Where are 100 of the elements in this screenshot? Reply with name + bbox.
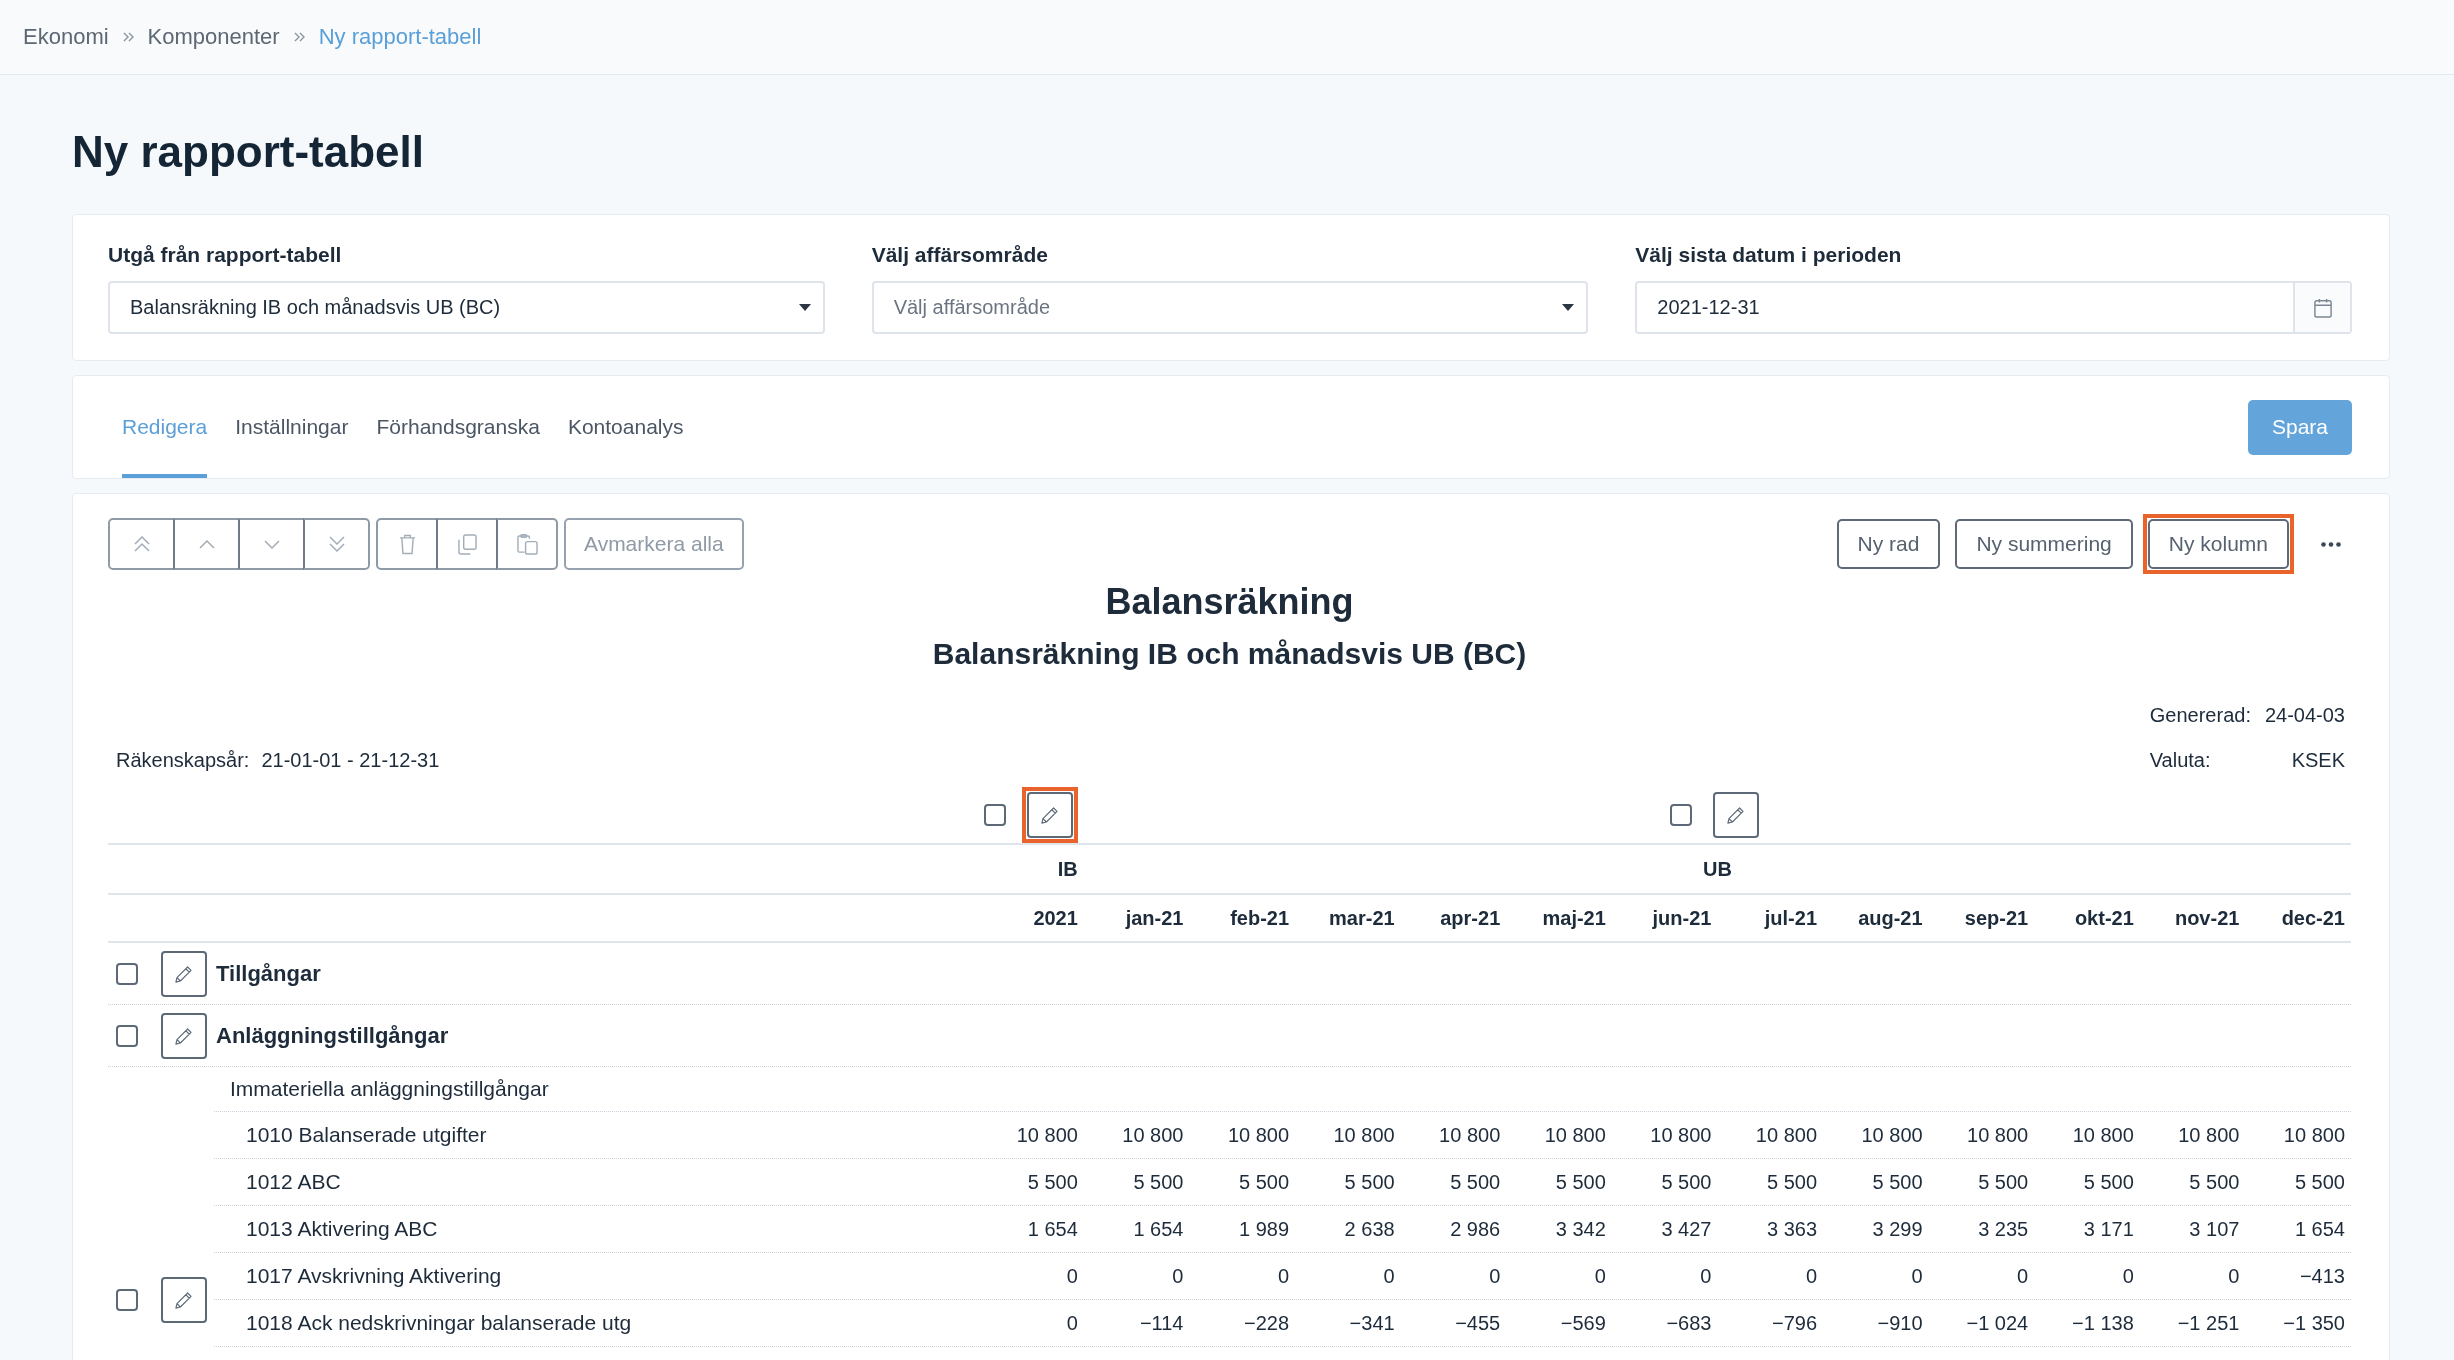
table-cell-text: 5 500 — [2188, 1170, 2241, 1194]
meta-label: Genererad: — [2149, 703, 2251, 728]
field-label: Välj sista datum i perioden — [1635, 242, 1903, 267]
pencil-icon — [1727, 806, 1746, 824]
edit-button[interactable] — [161, 1012, 207, 1059]
checkbox[interactable] — [1670, 804, 1693, 826]
account-name: 1012 ABC — [246, 1170, 341, 1193]
table-cell-text: 5 500 — [1449, 1170, 1502, 1194]
edit-button[interactable] — [161, 1277, 207, 1323]
table-cell-text: −1 024 — [1965, 1311, 2030, 1335]
column-header: maj-21 — [1541, 906, 1607, 930]
field-label: Välj affärsområde — [871, 242, 1049, 267]
row-heading: Anläggningstillgångar — [216, 1022, 449, 1049]
toolbar-button[interactable]: Ny rad — [1836, 519, 1941, 569]
meta-label: Valuta: — [2149, 748, 2212, 773]
date-field[interactable]: 2021-12-31 — [1635, 281, 2352, 334]
table-cell-text: 10 800 — [1438, 1123, 1502, 1147]
copy-icon — [457, 533, 477, 555]
column-header: jul-21 — [1763, 906, 1819, 930]
table-cell-text: 1 654 — [2293, 1217, 2346, 1241]
meta-value: 24-04-03 — [2264, 703, 2345, 728]
checkbox[interactable] — [116, 1024, 138, 1047]
table-cell-text: 0 — [1488, 1264, 1502, 1288]
table-cell-text: 5 500 — [1343, 1170, 1396, 1194]
table-cell-text: 10 800 — [1332, 1123, 1396, 1147]
toolbar-button[interactable]: Ny summering — [1955, 519, 2133, 569]
double-chevron-right-icon — [293, 32, 305, 42]
table-cell-text: 0 — [1276, 1264, 1291, 1288]
calendar-button[interactable] — [2293, 283, 2350, 332]
page-title: Ny rapport-tabell — [72, 126, 426, 178]
table-cell-text: 5 500 — [2082, 1170, 2135, 1194]
row-subheading: Immateriella anläggningstillgångar — [230, 1077, 549, 1101]
more-icon — [2321, 541, 2341, 547]
table-cell-text: −796 — [1770, 1311, 1819, 1335]
column-header: jan-21 — [1124, 906, 1185, 930]
table-cell-text: −569 — [1559, 1311, 1607, 1335]
table-cell-text: 5 500 — [1026, 1170, 1079, 1194]
pencil-icon — [175, 964, 193, 983]
table-cell-text: 0 — [1065, 1311, 1079, 1335]
column-header: mar-21 — [1328, 906, 1396, 930]
tab[interactable]: Inställningar — [235, 376, 349, 478]
dropdown[interactable]: Välj affärsområde — [871, 281, 1589, 334]
meta-label: Räkenskapsår: — [116, 748, 250, 773]
table-cell-text: −341 — [1348, 1311, 1396, 1335]
table-cell-text: 1 654 — [1026, 1217, 1079, 1241]
table-cell-text: 5 500 — [1765, 1170, 1819, 1194]
checkbox[interactable] — [984, 804, 1006, 826]
edit-button[interactable] — [161, 950, 207, 997]
table-cell-text: 0 — [1593, 1264, 1607, 1288]
double-chevron-right-icon — [122, 32, 134, 42]
table-cell-text: −413 — [2298, 1264, 2346, 1288]
column-header: aug-21 — [1857, 906, 1924, 930]
table-cell-text: 10 800 — [2282, 1123, 2346, 1147]
table-cell-text: 0 — [2016, 1264, 2030, 1288]
more-button[interactable] — [2321, 541, 2341, 547]
table-cell-text: 3 427 — [1660, 1217, 1713, 1241]
table-cell-text: 10 800 — [1966, 1123, 2030, 1147]
tab[interactable]: Förhandsgranska — [376, 376, 540, 478]
breadcrumb-link[interactable]: Ekonomi — [23, 24, 109, 50]
checkbox[interactable] — [116, 1289, 138, 1311]
table-cell-text: 10 800 — [2071, 1123, 2135, 1147]
table-cell-text: 10 800 — [1649, 1123, 1713, 1147]
table-cell-text: 2 986 — [1449, 1217, 1502, 1241]
table-cell-text: 10 800 — [1754, 1123, 1819, 1147]
tab[interactable]: Kontoanalys — [567, 376, 684, 478]
account-name: 1010 Balanserade utgifter — [246, 1123, 487, 1146]
column-header: jun-21 — [1651, 906, 1713, 930]
breadcrumb-link[interactable]: Komponenter — [147, 24, 280, 50]
table-cell-text: −114 — [1138, 1311, 1185, 1335]
table-cell-text: 5 500 — [1132, 1170, 1185, 1194]
column-group-header: UB — [1702, 857, 1732, 880]
chevron-down-icon — [263, 539, 280, 549]
caret-icon — [798, 304, 811, 311]
meta-value: KSEK — [2290, 748, 2345, 773]
table-cell-text: 5 500 — [1977, 1170, 2030, 1194]
report-subtitle: Balansräkning IB och månadsvis UB (BC) — [931, 636, 1528, 672]
table-cell-text: 5 500 — [1238, 1170, 1291, 1194]
table-cell-text: 3 299 — [1871, 1217, 1924, 1241]
table-cell-text: 1 654 — [1132, 1217, 1185, 1241]
account-name: 1018 Ack nedskrivningar balanserade utg — [246, 1311, 632, 1334]
dropdown[interactable]: Balansräkning IB och månadsvis UB (BC) — [108, 281, 825, 334]
table-cell-text: 5 500 — [1554, 1170, 1607, 1194]
edit-button[interactable] — [1713, 792, 1760, 838]
checkbox[interactable] — [116, 962, 138, 985]
table-cell-text: −1 350 — [2282, 1311, 2346, 1335]
table-cell-text: 10 800 — [1543, 1123, 1607, 1147]
table-cell-text: 10 800 — [1121, 1123, 1185, 1147]
row-heading: Tillgångar — [216, 960, 321, 987]
table-cell-text: 5 500 — [1660, 1170, 1713, 1194]
table-cell-text: 5 500 — [1871, 1170, 1924, 1194]
report-title: Balansräkning — [1104, 580, 1355, 623]
account-name: 1017 Avskrivning Aktivering — [246, 1264, 502, 1287]
column-header: feb-21 — [1229, 906, 1291, 930]
table-cell-text: −1 138 — [2071, 1311, 2135, 1335]
toolbar-button[interactable]: Ny kolumn — [2147, 519, 2289, 569]
column-header: apr-21 — [1439, 906, 1502, 930]
column-header: 2021 — [1032, 906, 1079, 930]
table-cell-text: 1 989 — [1238, 1217, 1291, 1241]
column-header: nov-21 — [2173, 906, 2241, 930]
table-cell-text: 3 363 — [1765, 1217, 1819, 1241]
